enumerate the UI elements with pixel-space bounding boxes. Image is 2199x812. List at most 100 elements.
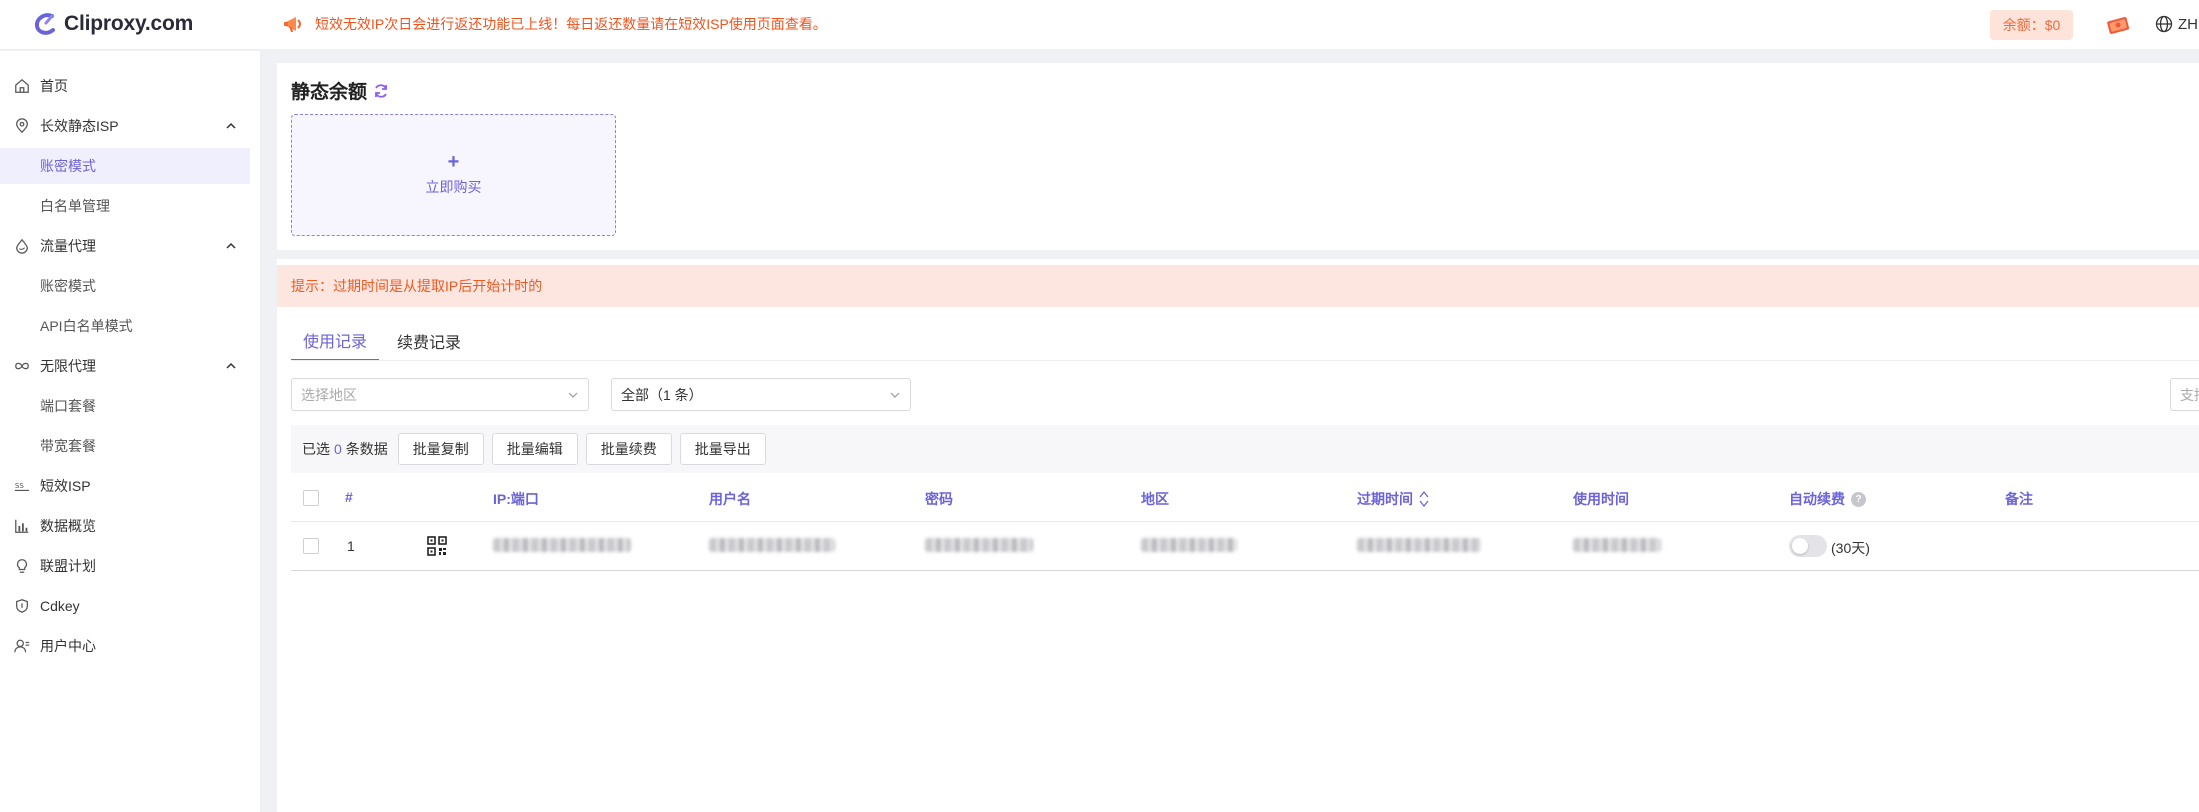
buy-now-label: 立即购买 (425, 179, 482, 195)
chevron-up-icon (226, 122, 236, 129)
selection-count-value: 0 (334, 441, 342, 457)
tab-usage-records[interactable]: 使用记录 (291, 321, 380, 361)
user-icon (13, 637, 31, 655)
language-switcher[interactable]: ZH (2155, 15, 2198, 33)
column-auto-renew: 自动续费 ? (1789, 489, 1866, 509)
sidebar-item-bandwidth-plan[interactable]: 带宽套餐 (0, 428, 250, 464)
help-icon[interactable]: ? (1851, 491, 1866, 507)
auto-renew-days: (30天) (1831, 540, 1870, 556)
logo[interactable]: Cliproxy.com (32, 11, 193, 37)
logo-text: Cliproxy.com (64, 12, 194, 35)
refresh-icon[interactable] (373, 83, 389, 99)
sidebar-item-label: Cdkey (40, 598, 80, 614)
globe-icon (2155, 15, 2173, 33)
tabs-divider (291, 360, 2199, 361)
sidebar-item-label: 账密模式 (40, 158, 96, 174)
sidebar-item-unlimited-proxy[interactable]: 无限代理 (0, 348, 250, 384)
chevron-down-icon (890, 392, 900, 398)
sidebar-item-short-isp[interactable]: SS 短效ISP (0, 468, 250, 504)
table-row: 1 (30天) (291, 522, 2199, 571)
megaphone-icon (284, 17, 301, 32)
sidebar-item-api-whitelist[interactable]: API白名单模式 (0, 308, 250, 344)
status-select[interactable]: 全部（1 条） (611, 378, 911, 411)
top-bar: Cliproxy.com 短效无效IP次日会进行返还功能已上线！每日返还数量请在… (0, 0, 2199, 50)
buy-now-button[interactable]: + 立即购买 (291, 114, 616, 236)
batch-edit-button[interactable]: 批量编辑 (491, 433, 578, 465)
column-index: # (345, 489, 353, 505)
tab-renewal-records[interactable]: 续费记录 (385, 321, 473, 361)
column-expire-time[interactable]: 过期时间 (1357, 489, 1429, 509)
select-all-checkbox[interactable] (303, 490, 319, 506)
batch-renew-button[interactable]: 批量续费 (585, 433, 672, 465)
column-password: 密码 (925, 491, 953, 507)
sidebar-item-cdkey[interactable]: Cdkey (0, 588, 250, 624)
ip-port-cell[interactable] (493, 538, 631, 552)
language-label: ZH (2178, 15, 2198, 33)
sidebar-item-label: 长效静态ISP (40, 118, 119, 134)
sidebar-item-user-center[interactable]: 用户中心 (0, 628, 250, 664)
sidebar-item-port-plan[interactable]: 端口套餐 (0, 388, 250, 424)
notice-banner: 短效无效IP次日会进行返还功能已上线！每日返还数量请在短效ISP使用页面查看。 (283, 13, 827, 35)
column-use-time: 使用时间 (1573, 491, 1629, 507)
row-index: 1 (347, 538, 355, 554)
batch-action-bar: 已选 0 条数据 批量复制 批量编辑 批量续费 批量导出 (291, 425, 2199, 473)
auto-renew-toggle[interactable] (1789, 535, 1827, 557)
usage-records-card: 提示：过期时间是从提取IP后开始计时的 使用记录 续费记录 选择地区 全部（1 … (277, 259, 2199, 812)
balance-badge[interactable]: 余额：$0 (1990, 10, 2073, 40)
sidebar-item-static-isp[interactable]: 长效静态ISP (0, 108, 250, 144)
sidebar-item-data-overview[interactable]: 数据概览 (0, 508, 250, 544)
search-input[interactable]: 支持 (2170, 378, 2199, 411)
chevron-down-icon (568, 392, 578, 398)
column-ip-port: IP:端口 (493, 491, 539, 507)
sort-icon[interactable] (1419, 490, 1429, 508)
username-cell[interactable] (709, 538, 835, 552)
sidebar-item-affiliate[interactable]: 联盟计划 (0, 548, 250, 584)
page-title: 静态余额 (291, 82, 368, 103)
qr-code-icon[interactable] (427, 536, 447, 556)
batch-copy-button[interactable]: 批量复制 (397, 433, 484, 465)
infinity-icon (13, 357, 31, 375)
sidebar-item-label: 白名单管理 (40, 198, 110, 214)
bar-chart-icon (13, 517, 31, 535)
shield-icon (13, 597, 31, 615)
sidebar-item-label: 带宽套餐 (40, 438, 96, 454)
column-region: 地区 (1141, 491, 1169, 507)
sidebar-item-label: API白名单模式 (40, 318, 133, 334)
static-balance-card: 静态余额 + 立即购买 (277, 63, 2199, 250)
use-time-cell (1573, 538, 1661, 552)
column-auto-renew-label: 自动续费 (1789, 491, 1845, 507)
selection-prefix: 已选 (302, 441, 330, 457)
row-checkbox[interactable] (303, 538, 319, 554)
tip-banner: 提示：过期时间是从提取IP后开始计时的 (277, 265, 2199, 307)
column-username: 用户名 (709, 491, 751, 507)
notice-text: 短效无效IP次日会进行返还功能已上线！每日返还数量请在短效ISP使用页面查看。 (315, 16, 827, 32)
bulb-icon (13, 557, 31, 575)
sidebar-item-label: 首页 (40, 78, 68, 94)
sidebar-item-traffic-account-mode[interactable]: 账密模式 (0, 268, 250, 304)
selection-suffix: 条数据 (345, 441, 388, 457)
table-header: # IP:端口 用户名 密码 地区 过期时间 使用时间 自动续费 ? 备注 (291, 474, 2199, 522)
sidebar-item-traffic-proxy[interactable]: 流量代理 (0, 228, 250, 264)
sidebar-item-static-account-mode[interactable]: 账密模式 (0, 148, 250, 184)
expire-time-cell (1357, 538, 1481, 552)
selection-count: 已选 0 条数据 (302, 439, 388, 459)
chevron-up-icon (226, 242, 236, 249)
svg-text:SS: SS (15, 481, 25, 490)
ticket-icon[interactable] (2105, 12, 2131, 38)
sidebar-item-label: 用户中心 (40, 638, 96, 654)
region-select[interactable]: 选择地区 (291, 378, 589, 411)
plus-icon: + (447, 151, 460, 173)
chevron-up-icon (226, 362, 236, 369)
sidebar-item-home[interactable]: 首页 (0, 68, 250, 104)
sidebar-item-whitelist[interactable]: 白名单管理 (0, 188, 250, 224)
home-icon (13, 77, 31, 95)
sidebar-item-label: 端口套餐 (40, 398, 96, 414)
sidebar-item-label: 账密模式 (40, 278, 96, 294)
status-select-value: 全部（1 条） (621, 386, 703, 403)
logo-icon (34, 13, 55, 35)
password-cell[interactable] (925, 538, 1033, 552)
region-select-placeholder: 选择地区 (301, 386, 357, 403)
location-pin-icon (13, 117, 31, 135)
batch-export-button[interactable]: 批量导出 (679, 433, 766, 465)
static-balance-title: 静态余额 (291, 77, 389, 104)
